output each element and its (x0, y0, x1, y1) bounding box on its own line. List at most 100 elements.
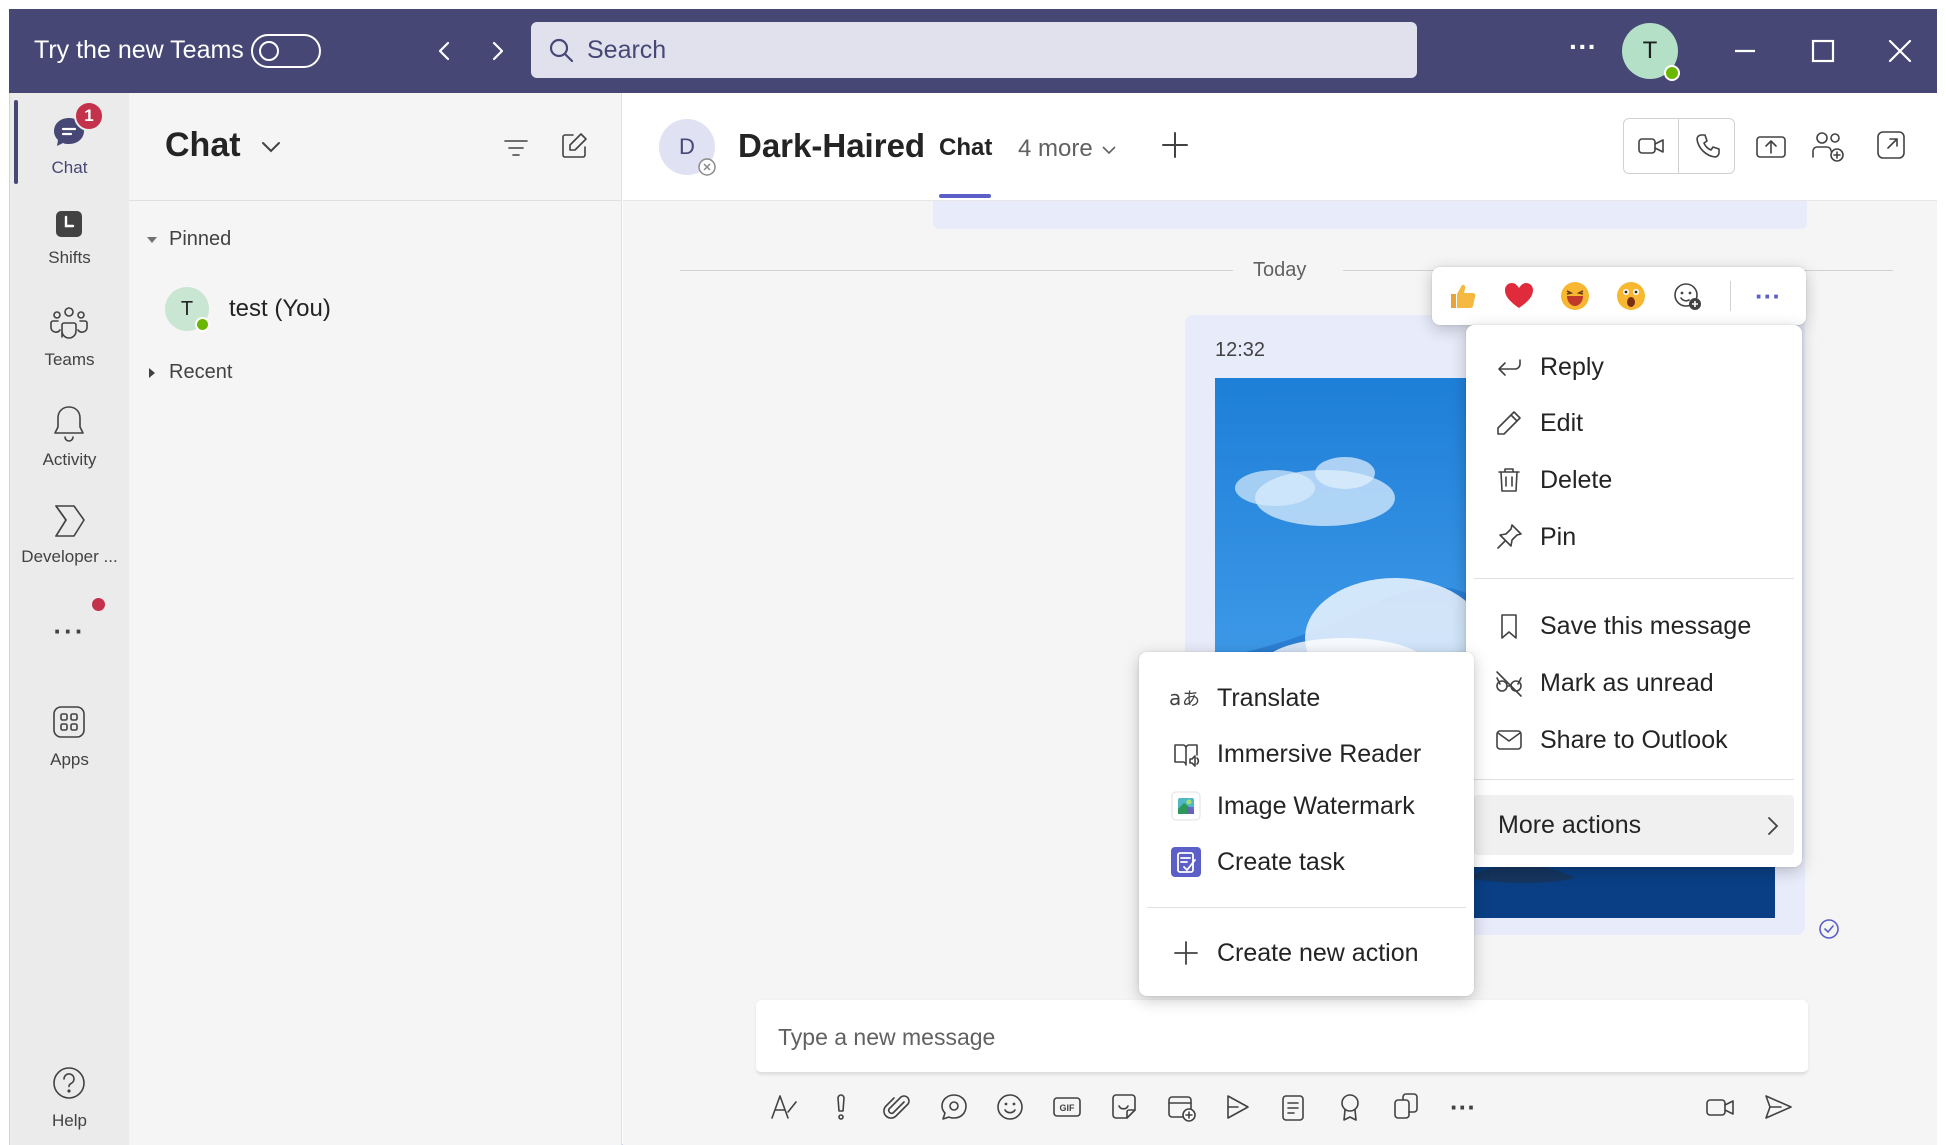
submenu-item-create-new-action[interactable]: Create new action (1139, 927, 1474, 979)
menu-item-pin[interactable]: Pin (1466, 511, 1802, 563)
minimize-button[interactable] (1725, 31, 1765, 71)
apps-in-compose-button[interactable] (1389, 1090, 1423, 1124)
rail-label: Shifts (48, 248, 91, 267)
menu-item-delete[interactable]: Delete (1466, 454, 1802, 506)
send-button[interactable] (1761, 1090, 1795, 1124)
rail-item-chat[interactable]: 1 Chat (10, 101, 129, 187)
sticker-button[interactable] (1107, 1090, 1141, 1124)
surprised-icon (1617, 282, 1645, 310)
rail-item-shifts[interactable]: Shifts (10, 197, 129, 283)
stream-button[interactable] (1220, 1090, 1254, 1124)
menu-item-save-message[interactable]: Save this message (1466, 600, 1802, 652)
loop-icon (941, 1094, 967, 1120)
close-button[interactable] (1880, 31, 1920, 71)
chevron-right-icon (1768, 817, 1779, 835)
priority-button[interactable] (824, 1090, 858, 1124)
format-button[interactable] (766, 1090, 800, 1124)
rail-item-teams[interactable]: Teams (10, 297, 129, 383)
praise-button[interactable] (1333, 1090, 1367, 1124)
more-compose-options-button[interactable]: ··· (1446, 1090, 1480, 1124)
share-screen-icon (1756, 136, 1786, 158)
recent-section[interactable]: Recent (145, 361, 232, 384)
pop-out-button[interactable] (1873, 127, 1909, 163)
menu-item-more-actions[interactable]: More actions (1474, 795, 1794, 855)
audio-call-button[interactable] (1680, 119, 1735, 173)
maximize-icon (1811, 39, 1835, 63)
tab-chat[interactable]: Chat (939, 134, 992, 162)
submenu-item-image-watermark[interactable]: Image Watermark (1139, 780, 1474, 832)
rail-item-apps[interactable]: Apps (10, 696, 129, 782)
reply-icon (1498, 359, 1521, 376)
rail-label: Developer ... (21, 547, 118, 566)
chat-list-title[interactable]: Chat (165, 126, 282, 165)
add-tab-button[interactable] (1155, 125, 1195, 165)
video-clip-icon (1706, 1099, 1734, 1116)
menu-item-share-outlook[interactable]: Share to Outlook (1466, 714, 1802, 766)
heart-icon (1505, 283, 1533, 308)
compose-placeholder: Type a new message (778, 1024, 996, 1050)
new-chat-button[interactable] (557, 129, 591, 163)
schedule-meeting-button[interactable] (1164, 1090, 1198, 1124)
divider (1474, 779, 1794, 780)
submenu-item-create-task[interactable]: Create task (1139, 836, 1474, 888)
submenu-item-immersive-reader[interactable]: Immersive Reader (1139, 728, 1474, 780)
back-button[interactable] (427, 31, 463, 71)
menu-item-edit[interactable]: Edit (1466, 397, 1802, 449)
reaction-surprised-button[interactable] (1610, 275, 1652, 317)
rail-label: Teams (44, 350, 95, 369)
minimize-icon (1735, 49, 1755, 53)
profile-avatar[interactable]: T (1622, 23, 1680, 81)
shifts-icon (56, 211, 82, 237)
add-people-button[interactable] (1809, 127, 1847, 165)
reaction-heart-button[interactable] (1498, 275, 1540, 317)
filter-button[interactable] (499, 131, 533, 165)
svg-text:GIF: GIF (1060, 1103, 1076, 1113)
rail-item-developer[interactable]: Developer ... (10, 496, 129, 582)
attach-button[interactable] (880, 1090, 914, 1124)
trash-icon (1498, 468, 1520, 492)
add-reaction-button[interactable] (1666, 275, 1708, 317)
chat-item-test[interactable]: T test (You) (165, 287, 605, 343)
rail-item-more-apps[interactable]: ··· (10, 596, 129, 682)
reaction-laugh-button[interactable] (1554, 275, 1596, 317)
divider (1730, 281, 1731, 311)
search-box[interactable]: Search (531, 22, 1417, 78)
stream-icon (1227, 1095, 1249, 1119)
emoji-button[interactable] (993, 1090, 1027, 1124)
video-clip-button[interactable] (1703, 1090, 1737, 1124)
loop-button[interactable] (937, 1090, 971, 1124)
share-screen-button[interactable] (1753, 129, 1789, 165)
rail-label: Chat (51, 158, 88, 177)
gif-icon: GIF (1053, 1097, 1081, 1117)
rail-item-activity[interactable]: Activity (10, 397, 129, 483)
tab-more[interactable]: 4 more (1018, 135, 1117, 163)
rail-label: Help (52, 1111, 87, 1130)
more-actions-submenu: aあ Translate Immersive Reader Image Wate… (1139, 652, 1474, 996)
chat-item-name: test (You) (229, 295, 331, 322)
reaction-like-button[interactable] (1442, 275, 1484, 317)
calendar-add-icon (1168, 1096, 1196, 1122)
gif-button[interactable]: GIF (1050, 1090, 1084, 1124)
search-icon (549, 38, 574, 63)
pinned-section[interactable]: Pinned (145, 228, 231, 251)
date-divider-label: Today (1253, 259, 1307, 281)
search-placeholder: Search (587, 36, 667, 64)
glasses-off-icon (1496, 671, 1522, 697)
menu-item-reply[interactable]: Reply (1466, 341, 1802, 393)
more-options-button[interactable]: ··· (1745, 275, 1791, 317)
rail-item-help[interactable]: Help (10, 1059, 129, 1145)
notification-dot (92, 598, 105, 611)
try-new-teams-toggle[interactable] (251, 34, 321, 68)
compose-box[interactable]: Type a new message (756, 1000, 1808, 1074)
apps-icon (53, 706, 85, 738)
praise-notes-button[interactable] (1276, 1090, 1310, 1124)
submenu-item-translate[interactable]: aあ Translate (1139, 672, 1474, 724)
menu-item-mark-unread[interactable]: Mark as unread (1466, 657, 1802, 709)
video-call-button[interactable] (1624, 119, 1679, 173)
settings-more-button[interactable]: ··· (1569, 31, 1597, 63)
maximize-button[interactable] (1803, 31, 1843, 71)
forward-button[interactable] (479, 31, 515, 71)
mail-icon (1496, 730, 1522, 750)
thumbs-up-icon (1451, 284, 1476, 308)
contact-avatar[interactable]: D (659, 119, 716, 176)
